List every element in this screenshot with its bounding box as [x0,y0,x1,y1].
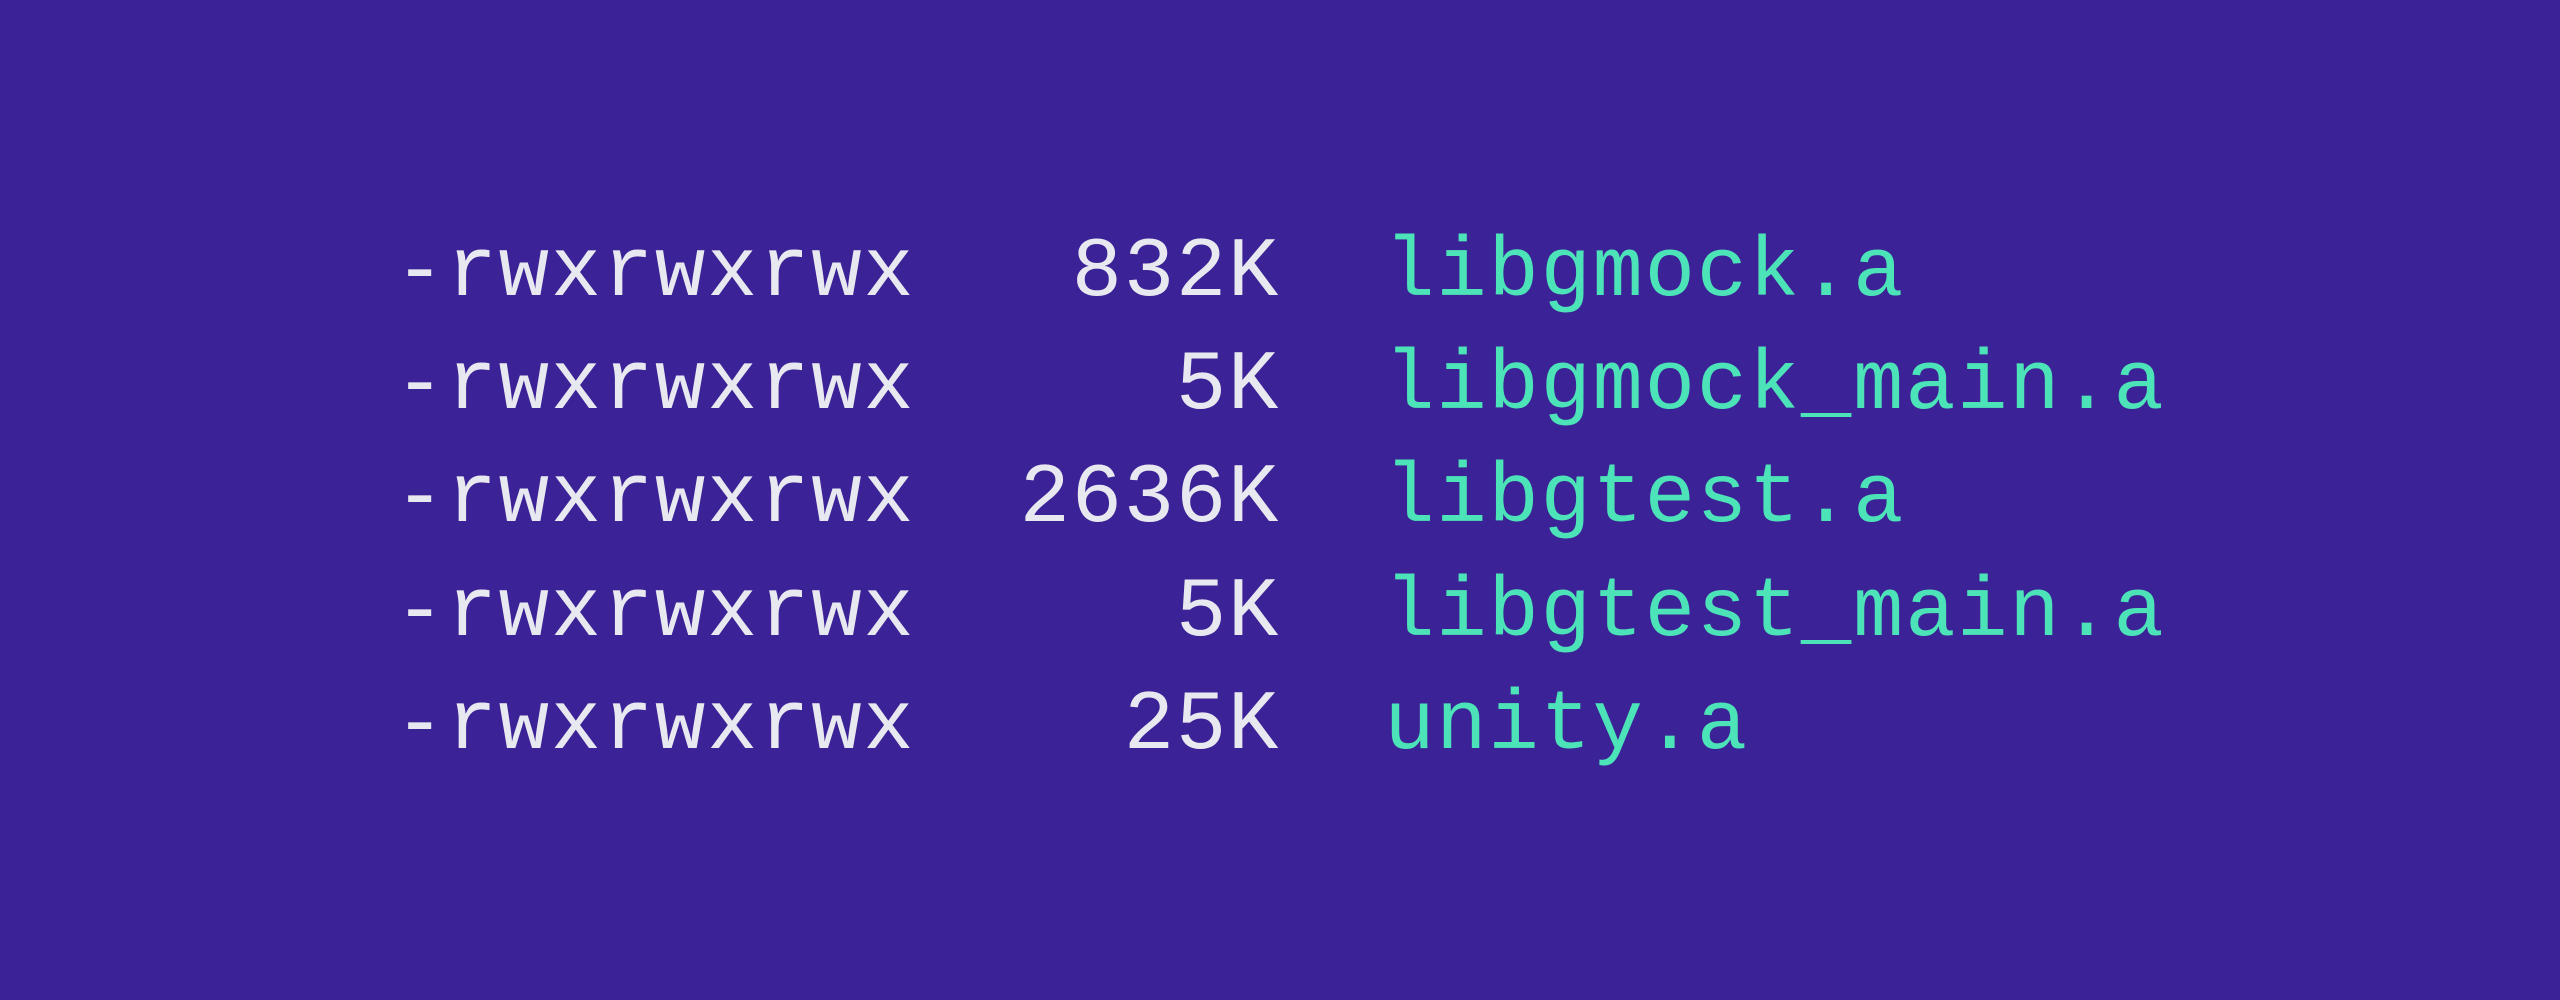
file-name: libgtest_main.a [1384,557,2165,670]
file-permissions: -rwxrwxrwx [394,670,915,783]
file-row: -rwxrwxrwx 832K libgmock.a [394,217,2165,330]
file-name: unity.a [1384,670,1749,783]
file-size: 2636K [915,443,1280,556]
file-size: 5K [915,330,1280,443]
file-name: libgmock.a [1384,217,1905,330]
file-permissions: -rwxrwxrwx [394,557,915,670]
file-row: -rwxrwxrwx 2636K libgtest.a [394,443,2165,556]
file-permissions: -rwxrwxrwx [394,330,915,443]
file-permissions: -rwxrwxrwx [394,443,915,556]
file-row: -rwxrwxrwx 5K libgmock_main.a [394,330,2165,443]
file-permissions: -rwxrwxrwx [394,217,915,330]
file-name: libgtest.a [1384,443,1905,556]
file-size: 5K [915,557,1280,670]
terminal-output: -rwxrwxrwx 832K libgmock.a -rwxrwxrwx 5K… [394,217,2165,784]
file-row: -rwxrwxrwx 5K libgtest_main.a [394,557,2165,670]
file-row: -rwxrwxrwx 25K unity.a [394,670,2165,783]
file-name: libgmock_main.a [1384,330,2165,443]
file-size: 832K [915,217,1280,330]
file-size: 25K [915,670,1280,783]
